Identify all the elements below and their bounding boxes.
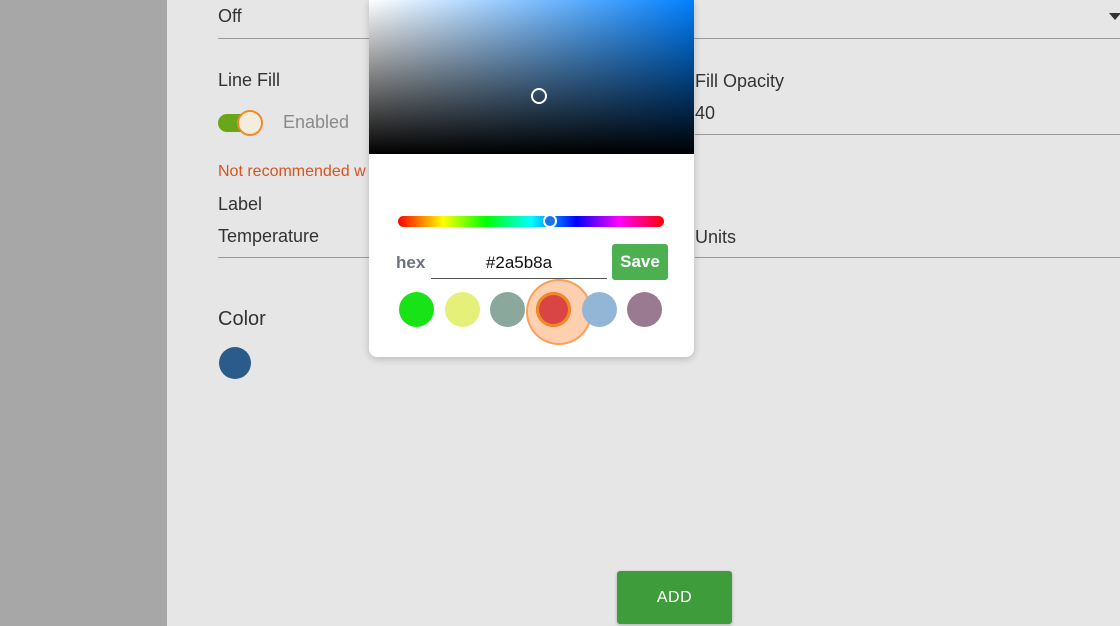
warning-text: Not recommended w	[218, 163, 366, 180]
color-preset-swatch[interactable]	[399, 292, 434, 327]
color-preset-swatch[interactable]	[490, 292, 525, 327]
saturation-cursor[interactable]	[531, 88, 547, 104]
color-swatch-button[interactable]	[219, 347, 251, 379]
label-input[interactable]: Temperature	[218, 226, 319, 246]
saturation-area[interactable]	[369, 0, 694, 154]
hex-input[interactable]	[431, 248, 607, 279]
color-picker-popup: hex Save	[369, 0, 694, 357]
toggle-knob[interactable]	[237, 110, 263, 136]
fill-opacity-label: Fill Opacity	[695, 71, 785, 91]
fill-opacity-input[interactable]: 40	[695, 103, 715, 123]
color-preset-swatch[interactable]	[445, 292, 480, 327]
add-button[interactable]: ADD	[617, 571, 732, 624]
units-input-underline	[695, 257, 1120, 258]
label-input-underline	[218, 257, 378, 258]
chevron-down-icon[interactable]	[1109, 13, 1120, 20]
hex-label: hex	[396, 253, 426, 272]
line-fill-label: Line Fill	[218, 70, 281, 90]
background-overlay	[0, 0, 167, 626]
line-fill-toggle-text: Enabled	[283, 112, 350, 132]
top-dropdown-value[interactable]: Off	[218, 6, 242, 26]
color-preset-swatch[interactable]	[582, 292, 617, 327]
hue-slider-thumb[interactable]	[543, 214, 557, 228]
units-input[interactable]: Units	[695, 227, 736, 247]
color-preset-swatch[interactable]	[536, 292, 571, 327]
label-field-label: Label	[218, 194, 263, 214]
save-button[interactable]: Save	[612, 244, 668, 280]
hue-slider[interactable]	[398, 216, 664, 227]
fill-opacity-underline	[695, 134, 1120, 135]
color-label: Color	[218, 308, 266, 330]
line-fill-toggle[interactable]	[218, 110, 264, 136]
color-preset-swatch[interactable]	[627, 292, 662, 327]
